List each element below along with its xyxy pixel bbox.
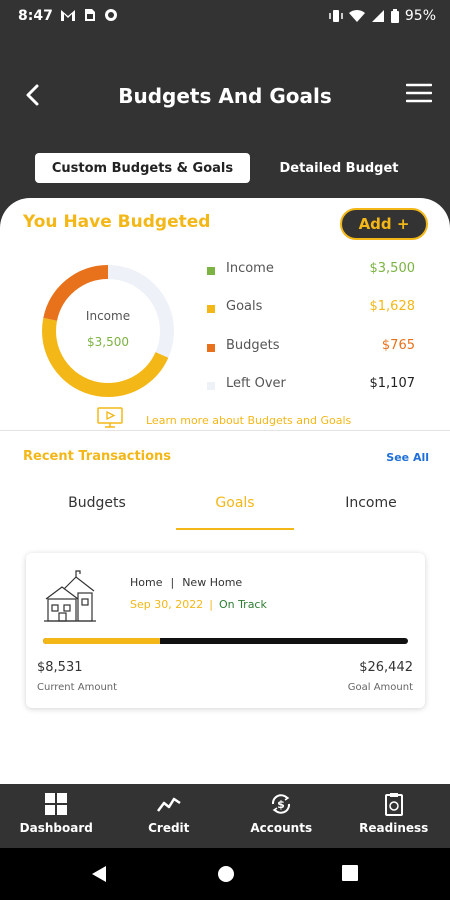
house-icon	[42, 569, 98, 625]
nav-label: Readiness	[359, 821, 429, 835]
left-over-color-dot	[207, 382, 215, 390]
goal-name: New Home	[182, 576, 243, 589]
budget-title: You Have Budgeted	[23, 212, 211, 232]
app-header: Budgets And Goals Custom Budgets & Goals…	[0, 34, 450, 204]
goal-status: On Track	[218, 598, 267, 611]
legend-label: Income	[226, 261, 274, 276]
tab-budgets[interactable]: Budgets	[22, 495, 172, 511]
credit-icon	[156, 792, 181, 816]
status-bar: 8:47 95%	[0, 0, 450, 34]
page-title: Budgets And Goals	[118, 84, 332, 108]
goal-amount-label: Goal Amount	[347, 682, 413, 693]
battery-percent: 95%	[404, 8, 436, 24]
menu-button[interactable]	[405, 82, 433, 104]
settings-notification-icon	[104, 8, 118, 22]
legend-label: Goals	[226, 299, 263, 314]
goal-amount: $26,442	[359, 660, 413, 675]
recents-square-icon[interactable]	[341, 864, 359, 882]
goal-category-row: Home | New Home	[130, 576, 242, 589]
nav-label: Credit	[148, 821, 190, 835]
goals-color-dot	[207, 305, 215, 313]
recent-transactions-title: Recent Transactions	[23, 449, 172, 464]
goal-category: Home	[130, 576, 163, 589]
signal-icon	[371, 9, 385, 23]
tab-goals[interactable]: Goals	[160, 495, 310, 511]
accounts-icon: $	[269, 792, 293, 816]
add-button[interactable]: Add +	[340, 208, 428, 240]
legend-value: $765	[381, 338, 415, 353]
donut-center-value: $3,500	[87, 335, 129, 349]
nav-dashboard[interactable]: Dashboard	[0, 784, 113, 848]
legend-value: $1,628	[369, 299, 416, 314]
goal-progress-fill	[43, 638, 160, 644]
income-color-dot	[207, 267, 215, 275]
nav-label: Accounts	[250, 821, 313, 835]
goal-date-row: Sep 30, 2022 | On Track	[130, 598, 267, 611]
tab-income[interactable]: Income	[296, 495, 446, 511]
nav-accounts[interactable]: $ Accounts	[225, 784, 338, 848]
legend-row-budgets: Budgets $765	[205, 338, 415, 358]
battery-icon	[390, 9, 399, 23]
budgets-color-dot	[207, 344, 215, 352]
see-all-link[interactable]: See All	[386, 451, 429, 464]
gmail-icon	[60, 8, 76, 22]
divider	[0, 430, 450, 431]
legend-label: Budgets	[226, 338, 280, 353]
goal-category-separator: |	[170, 576, 175, 589]
active-tab-indicator	[176, 528, 294, 530]
readiness-icon	[382, 792, 406, 816]
wifi-icon	[348, 9, 365, 23]
dashboard-icon	[44, 792, 68, 816]
nav-label: Dashboard	[19, 821, 93, 835]
goal-card[interactable]: Home | New Home Sep 30, 2022 | On Track …	[26, 553, 425, 708]
android-nav-bar	[0, 848, 450, 900]
nav-credit[interactable]: Credit	[113, 784, 226, 848]
legend-label: Left Over	[226, 376, 286, 391]
legend-value: $1,107	[369, 376, 416, 391]
goal-date: Sep 30, 2022	[130, 598, 204, 611]
goal-date-separator: |	[209, 598, 213, 611]
legend-row-goals: Goals $1,628	[205, 299, 415, 319]
bottom-nav: Dashboard Credit $ Accounts Readiness	[0, 784, 450, 848]
hamburger-icon	[405, 83, 433, 103]
budget-donut-chart	[42, 265, 174, 397]
budget-card: You Have Budgeted Add + Income $3,500 In…	[0, 198, 450, 784]
legend-row-income: Income $3,500	[205, 261, 415, 281]
sim-icon	[84, 8, 96, 22]
tab-custom-budgets-goals[interactable]: Custom Budgets & Goals	[35, 153, 250, 183]
learn-more-link[interactable]: Learn more about Budgets and Goals	[96, 407, 352, 432]
goal-progress-bar	[43, 638, 408, 644]
learn-more-text: Learn more about Budgets and Goals	[146, 413, 352, 427]
legend-row-left-over: Left Over $1,107	[205, 376, 415, 396]
legend-value: $3,500	[369, 261, 416, 276]
svg-text:$: $	[277, 798, 285, 811]
home-circle-icon[interactable]	[216, 864, 236, 884]
current-amount: $8,531	[37, 660, 83, 675]
nav-readiness[interactable]: Readiness	[338, 784, 450, 848]
current-amount-label: Current Amount	[37, 682, 118, 693]
status-time: 8:47	[18, 8, 53, 24]
back-triangle-icon[interactable]	[90, 864, 108, 884]
donut-center-label: Income	[85, 309, 131, 323]
tab-detailed-budget[interactable]: Detailed Budget	[260, 153, 418, 183]
vibrate-icon	[329, 9, 343, 23]
